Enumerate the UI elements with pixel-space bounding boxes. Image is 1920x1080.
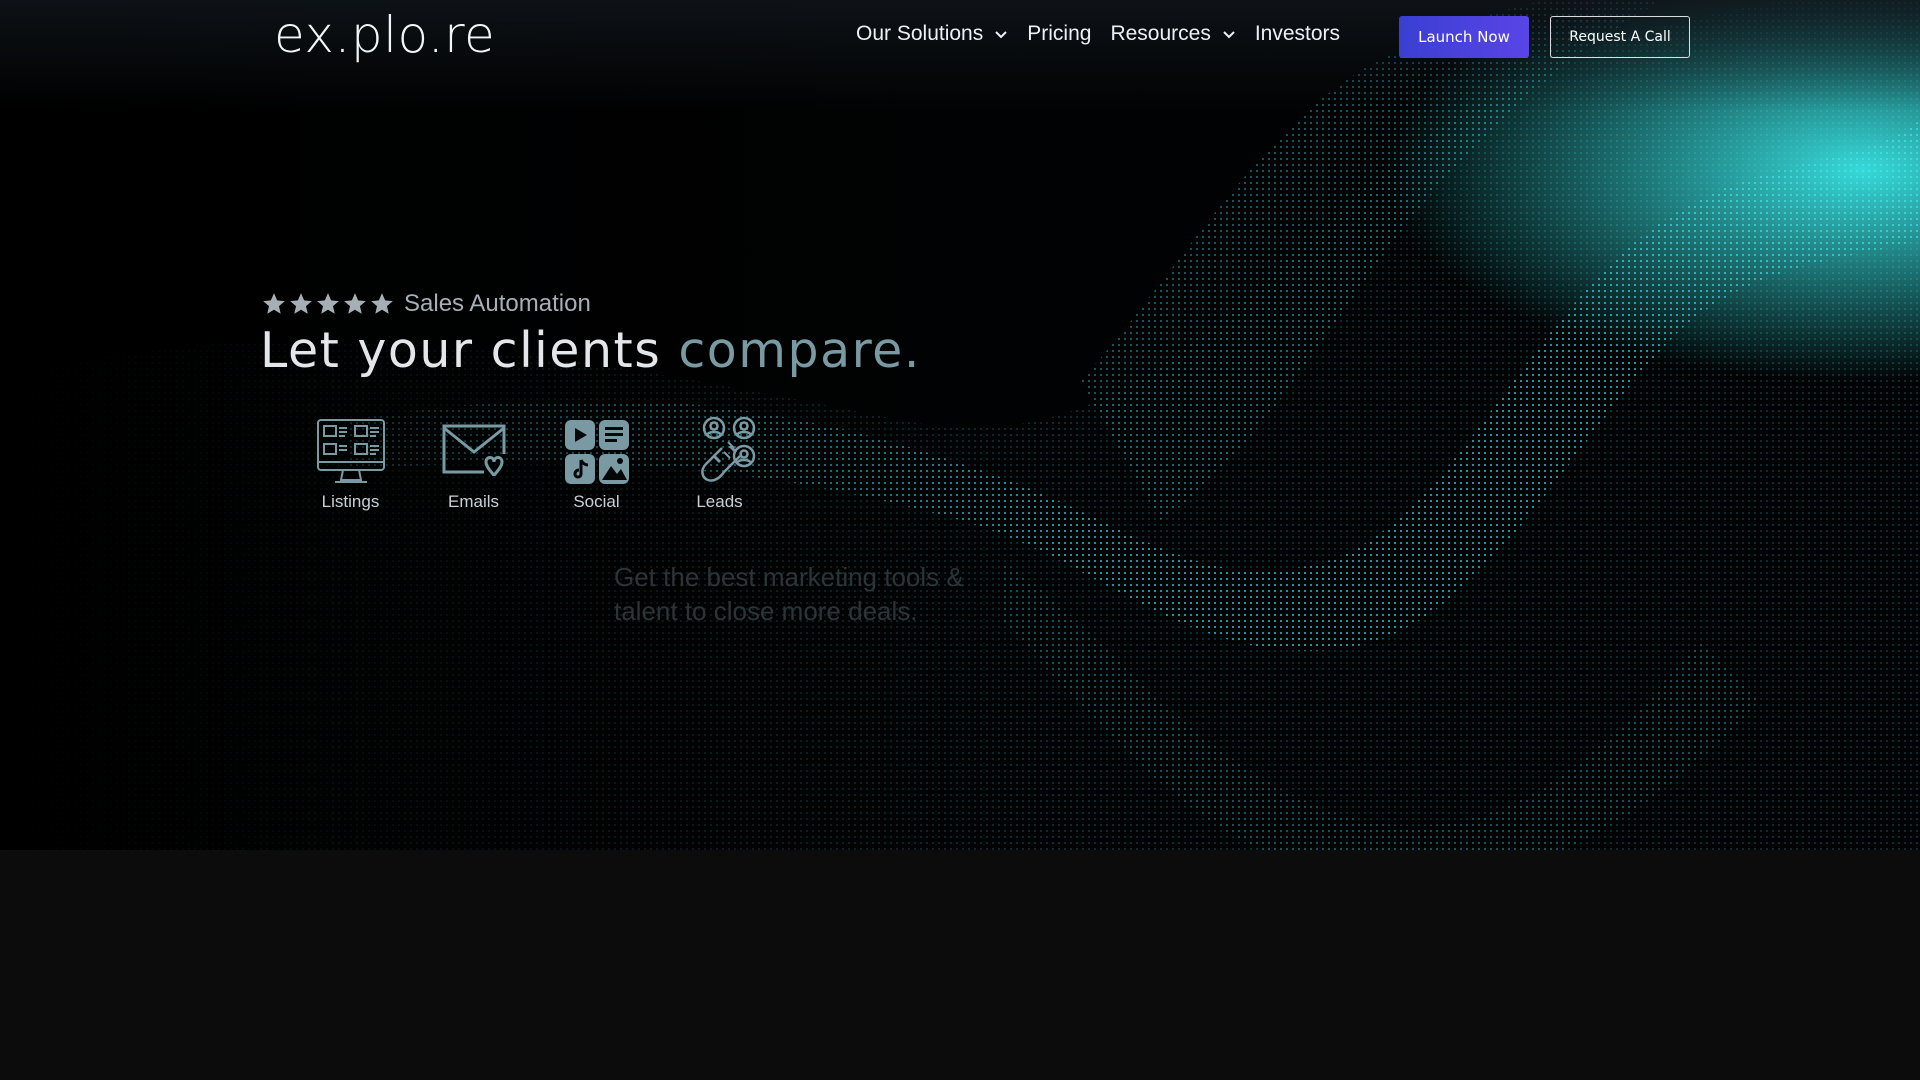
feature-emails[interactable]: Emails — [412, 416, 535, 512]
nav-pricing[interactable]: Pricing — [1027, 22, 1091, 46]
star-rating — [261, 291, 395, 317]
hero-headline: Let your clients compare. — [260, 322, 921, 379]
social-apps-icon — [564, 420, 629, 484]
star-icon — [317, 293, 339, 314]
feature-social[interactable]: Social — [535, 416, 658, 512]
nav-label: Resources — [1110, 22, 1211, 45]
nav-label: Pricing — [1027, 22, 1092, 45]
particle-wave-background — [0, 0, 1920, 850]
lower-section — [0, 850, 1920, 1080]
brand-logo[interactable]: ex.plo.re — [274, 6, 495, 64]
feature-label: Emails — [447, 492, 499, 511]
main-nav: Our Solutions Pricing Resources Investor… — [856, 22, 1359, 46]
nav-our-solutions[interactable]: Our Solutions — [856, 22, 1008, 46]
feature-listings[interactable]: Listings — [289, 416, 412, 512]
nav-resources[interactable]: Resources — [1110, 22, 1235, 46]
headline-accent: compare. — [678, 322, 921, 379]
nav-investors[interactable]: Investors — [1255, 22, 1340, 46]
feature-label: Listings — [321, 492, 380, 511]
rating-row: Sales Automation — [261, 290, 591, 318]
feature-leads[interactable]: Leads — [658, 416, 781, 512]
feature-label: Leads — [696, 492, 743, 511]
magnet-leads-icon — [700, 416, 755, 482]
nav-label: Investors — [1254, 22, 1341, 45]
hero-section: ex.plo.re Our Solutions Pricing Resource… — [0, 0, 1920, 850]
hero-subtext: Get the best marketing tools & talent to… — [614, 562, 964, 626]
chevron-down-icon — [995, 31, 1007, 39]
feature-icons: Listings Emails Social Leads — [300, 416, 781, 512]
star-icon — [344, 293, 366, 314]
star-icon — [371, 293, 393, 314]
nav-label: Our Solutions — [856, 22, 984, 45]
headline-main: Let your clients — [260, 322, 679, 379]
listings-monitor-icon — [316, 419, 385, 483]
star-icon — [290, 293, 312, 314]
tagline: Sales Automation — [404, 290, 591, 317]
launch-now-button[interactable]: Launch Now — [1399, 16, 1529, 58]
star-icon — [263, 293, 285, 314]
feature-label: Social — [573, 492, 620, 511]
envelope-heart-icon — [442, 424, 505, 477]
chevron-down-icon — [1223, 31, 1235, 39]
request-call-button[interactable]: Request A Call — [1550, 16, 1690, 58]
